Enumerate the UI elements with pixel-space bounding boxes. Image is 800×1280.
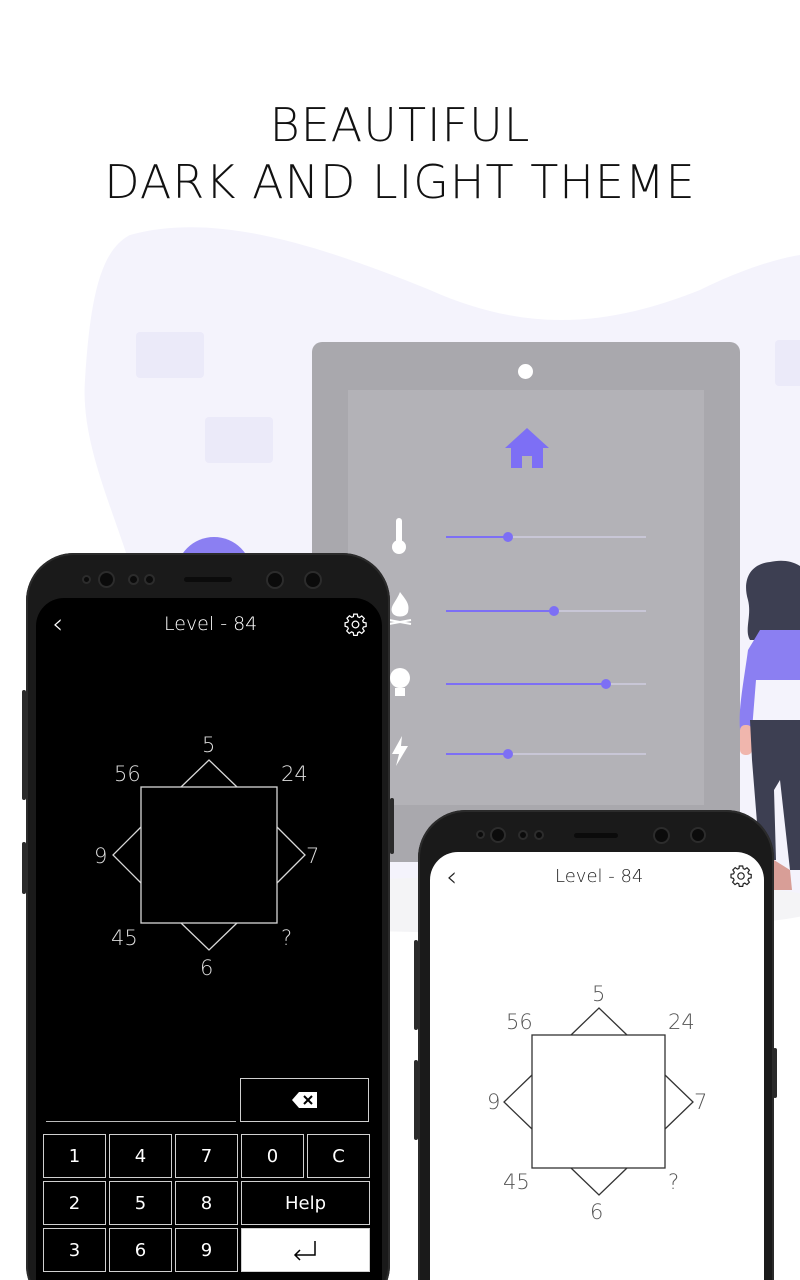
light-phone-sensor — [478, 832, 483, 837]
page-title: Level - 84 — [164, 613, 258, 635]
key-4[interactable]: 4 — [109, 1134, 172, 1178]
light-phone-sensor — [536, 832, 542, 838]
puzzle-number-bottom-left: 45 — [503, 1170, 530, 1194]
key-8[interactable]: 8 — [175, 1181, 238, 1225]
puzzle-number-bottom: 6 — [200, 956, 214, 980]
dark-phone-sensor — [306, 573, 320, 587]
enter-button[interactable] — [241, 1228, 370, 1272]
puzzle-number-bottom: 6 — [590, 1200, 604, 1224]
enter-icon — [293, 1241, 316, 1261]
key-1[interactable]: 1 — [43, 1134, 106, 1178]
power-slider-knob — [503, 749, 513, 759]
gear-icon[interactable] — [343, 612, 368, 637]
puzzle-number-top: 5 — [202, 733, 216, 757]
backspace-icon — [291, 1092, 317, 1108]
thermometer-icon — [392, 518, 406, 554]
dark-phone-sensor — [84, 577, 89, 582]
key-2[interactable]: 2 — [43, 1181, 106, 1225]
light-slider-knob — [601, 679, 611, 689]
puzzle-number-top-left: 56 — [506, 1010, 533, 1034]
light-slider-fill — [446, 683, 606, 685]
dark-phone-camera — [268, 573, 282, 587]
light-phone-camera — [492, 829, 504, 841]
puzzle-number-unknown: ? — [668, 1170, 680, 1194]
heat-slider — [446, 606, 646, 616]
puzzle-number-top-right: 24 — [668, 1010, 695, 1034]
puzzle-number-top-left: 56 — [114, 762, 141, 786]
key-7[interactable]: 7 — [175, 1134, 238, 1178]
dark-phone-camera — [100, 573, 113, 586]
puzzle-number-left: 9 — [94, 844, 108, 868]
puzzle-number-right: 7 — [694, 1090, 708, 1114]
light-phone-sensor — [692, 829, 704, 841]
puzzle-number-unknown: ? — [281, 926, 293, 950]
light-phone-side-button — [773, 1048, 777, 1098]
dark-phone-side-button — [22, 842, 26, 894]
key-3[interactable]: 3 — [43, 1228, 106, 1272]
help-button[interactable]: Help — [241, 1181, 370, 1225]
dark-phone-sensor — [130, 576, 137, 583]
dark-phone-side-button — [22, 690, 26, 800]
puzzle-number-right: 7 — [306, 844, 320, 868]
backspace-button[interactable] — [240, 1078, 369, 1122]
heat-slider-knob — [549, 606, 559, 616]
bulb-icon — [390, 668, 410, 696]
bolt-icon — [392, 736, 408, 766]
puzzle-number-top-right: 24 — [281, 762, 308, 786]
tablet-screen — [348, 390, 704, 805]
temperature-slider-knob — [503, 532, 513, 542]
key-9[interactable]: 9 — [175, 1228, 238, 1272]
gear-icon[interactable] — [729, 864, 753, 888]
key-0[interactable]: 0 — [241, 1134, 304, 1178]
page-title: Level - 84 — [555, 866, 644, 887]
power-slider-fill — [446, 753, 508, 755]
light-phone-side-button — [414, 1060, 418, 1140]
back-button[interactable]: ‹ — [52, 607, 63, 640]
puzzle-number-bottom-left: 45 — [111, 926, 138, 950]
light-slider — [446, 679, 646, 689]
dark-phone-speaker — [184, 577, 232, 582]
headline-line-1: BEAUTIFUL — [269, 98, 531, 152]
puzzle-number-top: 5 — [592, 982, 606, 1006]
answer-input[interactable] — [46, 1121, 236, 1122]
temperature-slider — [446, 532, 646, 542]
key-5[interactable]: 5 — [109, 1181, 172, 1225]
home-icon — [505, 428, 549, 468]
back-button[interactable]: ‹ — [446, 860, 457, 893]
light-phone-camera — [655, 829, 668, 842]
puzzle-number-left: 9 — [487, 1090, 501, 1114]
key-6[interactable]: 6 — [109, 1228, 172, 1272]
dark-phone-side-button — [390, 798, 394, 854]
light-phone-side-button — [414, 940, 418, 1030]
temperature-slider-fill — [446, 536, 508, 538]
headline-line-2: DARK AND LIGHT THEME — [104, 155, 696, 209]
light-phone-sensor — [520, 832, 526, 838]
key-clear[interactable]: C — [307, 1134, 370, 1178]
tablet-camera — [518, 364, 533, 379]
fire-icon — [388, 592, 412, 625]
heat-slider-fill — [446, 610, 554, 612]
dark-phone-sensor — [146, 576, 153, 583]
light-phone-speaker — [574, 833, 618, 838]
power-slider — [446, 749, 646, 759]
